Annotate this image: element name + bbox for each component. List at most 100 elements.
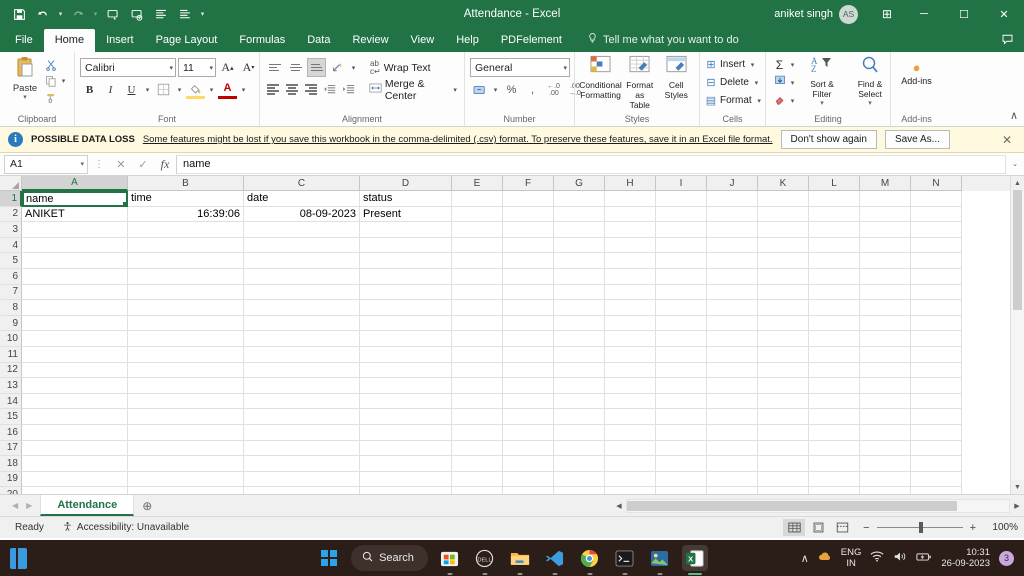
cell-h7[interactable] [605, 284, 656, 301]
cell-g16[interactable] [554, 424, 605, 441]
cell-i7[interactable] [656, 284, 707, 301]
sort-filter-caret[interactable]: ▾ [820, 99, 824, 109]
cell-b8[interactable] [128, 300, 244, 316]
normal-view-icon[interactable] [783, 519, 806, 536]
previous-sheet-icon[interactable]: ◀ [12, 501, 18, 510]
decrease-font-size-icon[interactable]: A ▾ [239, 58, 258, 77]
cell-a7[interactable] [22, 284, 128, 301]
borders-dropdown-caret[interactable]: ▾ [175, 86, 184, 94]
fill-color-dropdown-caret[interactable]: ▾ [207, 86, 216, 94]
terminal-icon[interactable] [612, 545, 638, 575]
taskbar-search[interactable]: Search [351, 545, 428, 571]
font-name-combo[interactable]: Calibri ▾ [80, 58, 176, 77]
cell-b11[interactable] [128, 346, 244, 363]
cell-d10[interactable] [360, 331, 452, 347]
column-header-c[interactable]: C [244, 176, 360, 191]
cell-a19[interactable] [22, 471, 128, 488]
cancel-edit-icon[interactable]: ✕ [110, 158, 132, 171]
format-painter-icon[interactable] [45, 89, 57, 104]
tab-file[interactable]: File [4, 29, 44, 52]
orientation-dropdown-caret[interactable]: ▾ [349, 64, 358, 72]
tab-page-layout[interactable]: Page Layout [145, 29, 229, 52]
cell-m20[interactable] [860, 487, 911, 494]
cell-e10[interactable] [452, 331, 503, 347]
cell-h13[interactable] [605, 378, 656, 394]
cell-f11[interactable] [503, 346, 554, 363]
font-size-caret[interactable]: ▾ [206, 64, 213, 72]
cell-h18[interactable] [605, 456, 656, 472]
cell-h19[interactable] [605, 471, 656, 488]
cell-n2[interactable] [911, 206, 962, 223]
row-header-19[interactable]: 19 [0, 471, 22, 488]
zoom-out-button[interactable]: − [863, 522, 869, 534]
cell-i10[interactable] [656, 331, 707, 347]
cell-g20[interactable] [554, 487, 605, 494]
cell-c18[interactable] [244, 456, 360, 472]
percent-style-icon[interactable]: % [502, 80, 521, 99]
ribbon-display-options-icon[interactable]: ⊞ [870, 0, 904, 28]
cell-n16[interactable] [911, 424, 962, 441]
cell-h2[interactable] [605, 206, 656, 223]
cell-f1[interactable] [503, 191, 554, 207]
cell-h20[interactable] [605, 487, 656, 494]
cell-b9[interactable] [128, 315, 244, 332]
cell-g1[interactable] [554, 191, 605, 207]
cell-e16[interactable] [452, 424, 503, 441]
redo-dropdown-caret[interactable]: ▾ [91, 10, 100, 18]
row-header-4[interactable]: 4 [0, 237, 22, 254]
cell-k7[interactable] [758, 284, 809, 301]
zoom-in-button[interactable]: + [970, 522, 976, 534]
cell-n14[interactable] [911, 393, 962, 410]
cell-h17[interactable] [605, 440, 656, 457]
cell-d2[interactable]: Present [360, 206, 452, 223]
save-as-button[interactable]: Save As... [884, 130, 950, 149]
cell-c17[interactable] [244, 440, 360, 457]
cell-k2[interactable] [758, 206, 809, 223]
cell-e13[interactable] [452, 378, 503, 394]
cell-c20[interactable] [244, 487, 360, 494]
cell-a6[interactable] [22, 268, 128, 285]
cell-a15[interactable] [22, 409, 128, 425]
cell-d6[interactable] [360, 268, 452, 285]
cell-h14[interactable] [605, 393, 656, 410]
cell-a16[interactable] [22, 424, 128, 441]
column-header-g[interactable]: G [554, 176, 605, 191]
cell-i3[interactable] [656, 222, 707, 238]
cell-k5[interactable] [758, 253, 809, 269]
cell-e12[interactable] [452, 362, 503, 379]
customize-qat-caret[interactable]: ▾ [198, 10, 207, 18]
row-header-1[interactable]: 1 [0, 191, 22, 207]
cell-j7[interactable] [707, 284, 758, 301]
cell-a13[interactable] [22, 378, 128, 394]
cell-i18[interactable] [656, 456, 707, 472]
increase-indent-icon[interactable] [340, 80, 357, 99]
cell-k18[interactable] [758, 456, 809, 472]
scroll-right-icon[interactable]: ▶ [1010, 498, 1024, 513]
cell-h1[interactable] [605, 191, 656, 207]
cell-g7[interactable] [554, 284, 605, 301]
cell-k11[interactable] [758, 346, 809, 363]
find-select-button[interactable]: Find & Select ▾ [847, 54, 893, 109]
cell-i12[interactable] [656, 362, 707, 379]
cell-i19[interactable] [656, 471, 707, 488]
sort-descending-icon[interactable] [174, 3, 196, 25]
tab-help[interactable]: Help [445, 29, 490, 52]
restore-button[interactable]: ☐ [944, 0, 984, 28]
cell-h5[interactable] [605, 253, 656, 269]
decrease-indent-icon[interactable] [321, 80, 338, 99]
cell-l20[interactable] [809, 487, 860, 494]
cell-j17[interactable] [707, 440, 758, 457]
font-color-icon[interactable]: A [218, 80, 237, 99]
accessibility-status[interactable]: Accessibility: Unavailable [53, 521, 198, 535]
close-warning-icon[interactable]: ✕ [998, 133, 1016, 147]
dont-show-again-button[interactable]: Don't show again [780, 130, 877, 149]
cell-c2[interactable]: 08-09-2023 [244, 206, 360, 223]
collapse-ribbon-icon[interactable]: ∧ [1010, 109, 1018, 122]
cell-g2[interactable] [554, 206, 605, 223]
row-header-12[interactable]: 12 [0, 362, 22, 379]
cell-j3[interactable] [707, 222, 758, 238]
cell-m2[interactable] [860, 206, 911, 223]
increase-font-size-icon[interactable]: A ▴ [218, 58, 237, 77]
cell-j4[interactable] [707, 237, 758, 254]
cell-b5[interactable] [128, 253, 244, 269]
